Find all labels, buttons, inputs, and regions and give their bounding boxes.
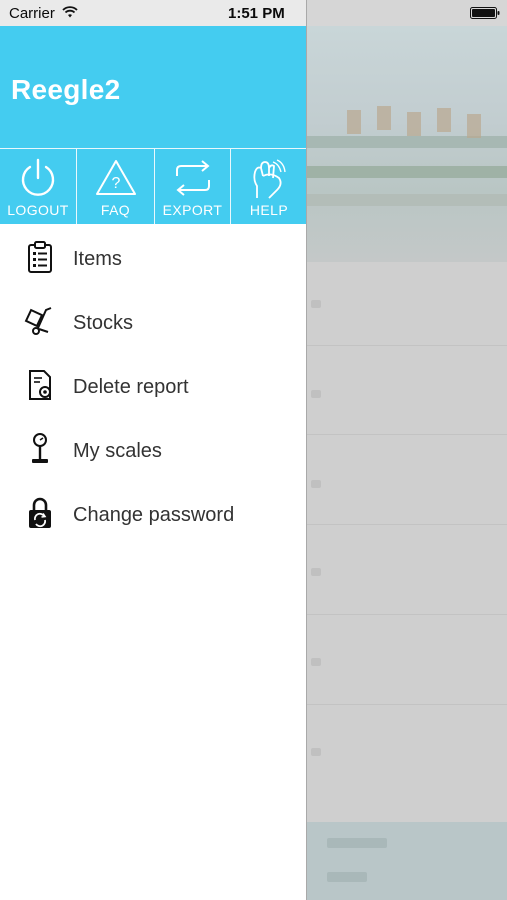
list-divider [307,524,507,525]
report-gear-icon [29,370,51,400]
status-time: 1:51 PM [228,5,285,22]
action-bar: LOGOUT ? FAQ EXPORT HELP [0,148,307,224]
menu-item-stocks[interactable]: Stocks [0,290,307,354]
wifi-icon [62,6,78,18]
app-title: Reegle2 [11,74,121,105]
drawer-header: Reegle2 [0,26,307,148]
logout-label: LOGOUT [7,202,69,218]
hand-truck-icon [24,307,52,335]
footer-text-ghost [327,872,367,882]
list-divider [307,614,507,615]
menu-item-my-scales[interactable]: My scales [0,418,307,482]
carrier-label: Carrier [9,5,55,22]
lock-refresh-icon [29,497,51,528]
product-graphic [407,112,421,136]
list-item-ghost [311,390,321,398]
menu-item-change-password[interactable]: Change password [0,482,307,546]
scale-icon [32,433,48,463]
list-item-ghost [311,658,321,666]
list-item-ghost [311,480,321,488]
product-graphic [377,106,391,130]
footer-text-ghost [327,838,387,848]
shelf-graphic [307,166,507,178]
drawer-edge [306,0,307,900]
sync-arrows-icon [175,160,210,196]
status-bar: Carrier 1:51 PM [0,0,507,26]
list-divider [307,345,507,346]
power-icon [21,158,55,196]
background-list [307,262,507,822]
product-graphic [347,110,361,134]
menu-item-label: Change password [73,504,235,526]
help-button[interactable]: HELP [230,149,307,224]
navigation-drawer: Reegle2 LOGOUT ? FAQ EXPORT HELP Items S… [0,0,307,900]
menu-item-label: Items [73,248,122,270]
menu-item-items[interactable]: Items [0,226,307,290]
faq-label: FAQ [100,202,131,218]
background-footer [307,822,507,900]
question-triangle-icon: ? [95,160,136,195]
faq-button[interactable]: ? FAQ [76,149,154,224]
export-label: EXPORT [162,202,223,218]
menu-item-delete-report[interactable]: Delete report [0,354,307,418]
menu-item-label: Delete report [73,376,189,398]
shelf-graphic [307,194,507,206]
list-item-ghost [311,568,321,576]
list-item-ghost [311,748,321,756]
hand-icon [253,159,286,199]
clipboard-list-icon [28,241,52,273]
battery-icon [470,7,500,19]
list-item-ghost [311,300,321,308]
menu-item-label: Stocks [73,312,134,334]
export-button[interactable]: EXPORT [154,149,230,224]
store-shelves-image [307,26,507,262]
svg-text:?: ? [111,175,120,192]
list-divider [307,434,507,435]
logout-button[interactable]: LOGOUT [0,149,76,224]
help-label: HELP [249,202,289,218]
menu-item-label: My scales [73,440,162,462]
product-graphic [437,108,451,132]
list-divider [307,704,507,705]
product-graphic [467,114,481,138]
